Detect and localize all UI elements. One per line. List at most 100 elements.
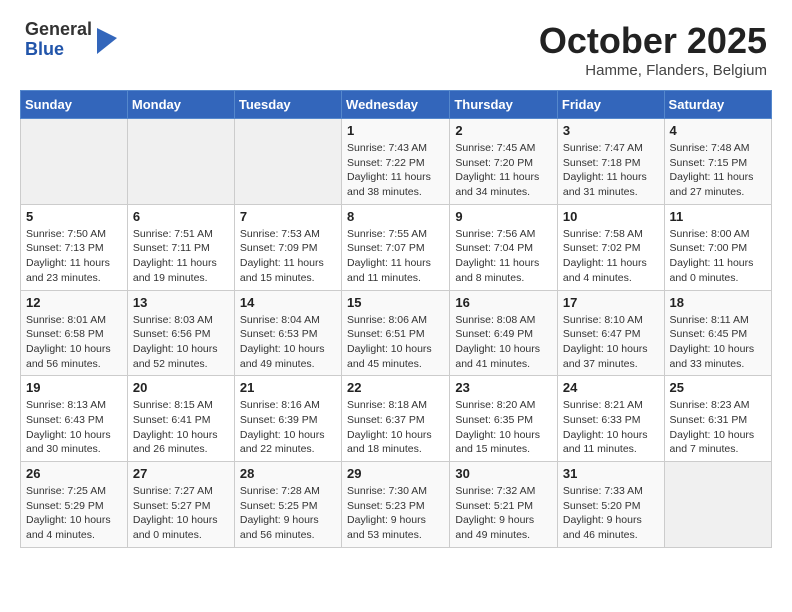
day-number: 13: [133, 295, 229, 310]
day-info: Sunrise: 7:55 AM Sunset: 7:07 PM Dayligh…: [347, 227, 444, 286]
day-number: 15: [347, 295, 444, 310]
logo-blue: Blue: [25, 40, 92, 60]
calendar-cell: 31 Sunrise: 7:33 AM Sunset: 5:20 PM Dayli…: [557, 462, 664, 548]
calendar-cell: 27Sunrise: 7:27 AM Sunset: 5:27 PM Dayli…: [127, 462, 234, 548]
day-number: 20: [133, 380, 229, 395]
day-info: Sunrise: 7:30 AM Sunset: 5:23 PM Dayligh…: [347, 484, 444, 543]
day-info: Sunrise: 7:28 AM Sunset: 5:25 PM Dayligh…: [240, 484, 336, 543]
day-number: 3: [563, 123, 659, 138]
logo-icon: [95, 28, 115, 52]
calendar-cell: 17 Sunrise: 8:10 AM Sunset: 6:47 PM Dayli…: [557, 290, 664, 376]
day-info: Sunrise: 8:23 AM Sunset: 6:31 PM Dayligh…: [670, 398, 766, 457]
calendar-week-row: 5 Sunrise: 7:50 AM Sunset: 7:13 PM Daylig…: [21, 204, 772, 290]
day-number: 14: [240, 295, 336, 310]
day-number: 27: [133, 466, 229, 481]
day-info: Sunrise: 8:13 AM Sunset: 6:43 PM Dayligh…: [26, 398, 122, 457]
calendar-cell: 20 Sunrise: 8:15 AM Sunset: 6:41 PM Dayli…: [127, 376, 234, 462]
day-number: 21: [240, 380, 336, 395]
calendar-cell: 12 Sunrise: 8:01 AM Sunset: 6:58 PM Dayli…: [21, 290, 128, 376]
day-info: Sunrise: 7:50 AM Sunset: 7:13 PM Dayligh…: [26, 227, 122, 286]
day-number: 9: [455, 209, 552, 224]
day-number: 29: [347, 466, 444, 481]
day-of-week-header: Monday: [127, 91, 234, 119]
day-number: 17: [563, 295, 659, 310]
day-info: Sunrise: 8:00 AM Sunset: 7:00 PM Dayligh…: [670, 227, 766, 286]
calendar-cell: 24 Sunrise: 8:21 AM Sunset: 6:33 PM Dayli…: [557, 376, 664, 462]
calendar-cell: 5 Sunrise: 7:50 AM Sunset: 7:13 PM Daylig…: [21, 204, 128, 290]
calendar-cell: 7 Sunrise: 7:53 AM Sunset: 7:09 PM Daylig…: [234, 204, 341, 290]
day-info: Sunrise: 7:32 AM Sunset: 5:21 PM Dayligh…: [455, 484, 552, 543]
day-info: Sunrise: 8:01 AM Sunset: 6:58 PM Dayligh…: [26, 313, 122, 372]
day-info: Sunrise: 8:18 AM Sunset: 6:37 PM Dayligh…: [347, 398, 444, 457]
day-info: Sunrise: 8:16 AM Sunset: 6:39 PM Dayligh…: [240, 398, 336, 457]
day-number: 2: [455, 123, 552, 138]
day-info: Sunrise: 8:06 AM Sunset: 6:51 PM Dayligh…: [347, 313, 444, 372]
day-number: 25: [670, 380, 766, 395]
calendar-cell: 13Sunrise: 8:03 AM Sunset: 6:56 PM Dayli…: [127, 290, 234, 376]
day-info: Sunrise: 8:11 AM Sunset: 6:45 PM Dayligh…: [670, 313, 766, 372]
day-info: Sunrise: 7:56 AM Sunset: 7:04 PM Dayligh…: [455, 227, 552, 286]
day-info: Sunrise: 8:10 AM Sunset: 6:47 PM Dayligh…: [563, 313, 659, 372]
day-number: 4: [670, 123, 766, 138]
day-of-week-header: Wednesday: [342, 91, 450, 119]
day-of-week-header: Sunday: [21, 91, 128, 119]
day-of-week-header: Tuesday: [234, 91, 341, 119]
calendar-week-row: 26Sunrise: 7:25 AM Sunset: 5:29 PM Dayli…: [21, 462, 772, 548]
calendar-cell: [234, 119, 341, 205]
day-info: Sunrise: 7:58 AM Sunset: 7:02 PM Dayligh…: [563, 227, 659, 286]
calendar-cell: 11Sunrise: 8:00 AM Sunset: 7:00 PM Dayli…: [664, 204, 771, 290]
day-info: Sunrise: 7:33 AM Sunset: 5:20 PM Dayligh…: [563, 484, 659, 543]
calendar-week-row: 1 Sunrise: 7:43 AM Sunset: 7:22 PM Daylig…: [21, 119, 772, 205]
calendar-cell: 14Sunrise: 8:04 AM Sunset: 6:53 PM Dayli…: [234, 290, 341, 376]
month-title: October 2025: [539, 20, 767, 62]
calendar-cell: 9 Sunrise: 7:56 AM Sunset: 7:04 PM Daylig…: [450, 204, 558, 290]
day-info: Sunrise: 8:21 AM Sunset: 6:33 PM Dayligh…: [563, 398, 659, 457]
day-info: Sunrise: 7:48 AM Sunset: 7:15 PM Dayligh…: [670, 141, 766, 200]
calendar-table: SundayMondayTuesdayWednesdayThursdayFrid…: [20, 90, 772, 548]
calendar-cell: 26Sunrise: 7:25 AM Sunset: 5:29 PM Dayli…: [21, 462, 128, 548]
day-number: 31: [563, 466, 659, 481]
day-info: Sunrise: 8:15 AM Sunset: 6:41 PM Dayligh…: [133, 398, 229, 457]
day-number: 24: [563, 380, 659, 395]
logo: General Blue: [25, 20, 115, 60]
calendar-cell: 15 Sunrise: 8:06 AM Sunset: 6:51 PM Dayli…: [342, 290, 450, 376]
day-number: 22: [347, 380, 444, 395]
calendar-cell: 18 Sunrise: 8:11 AM Sunset: 6:45 PM Dayli…: [664, 290, 771, 376]
calendar-cell: 28Sunrise: 7:28 AM Sunset: 5:25 PM Dayli…: [234, 462, 341, 548]
calendar-cell: 10Sunrise: 7:58 AM Sunset: 7:02 PM Dayli…: [557, 204, 664, 290]
day-number: 6: [133, 209, 229, 224]
day-number: 26: [26, 466, 122, 481]
day-of-week-header: Thursday: [450, 91, 558, 119]
calendar-cell: 29 Sunrise: 7:30 AM Sunset: 5:23 PM Dayli…: [342, 462, 450, 548]
calendar-cell: 22 Sunrise: 8:18 AM Sunset: 6:37 PM Dayli…: [342, 376, 450, 462]
day-of-week-header: Friday: [557, 91, 664, 119]
day-number: 8: [347, 209, 444, 224]
day-number: 1: [347, 123, 444, 138]
day-number: 23: [455, 380, 552, 395]
day-info: Sunrise: 7:47 AM Sunset: 7:18 PM Dayligh…: [563, 141, 659, 200]
calendar-cell: 16 Sunrise: 8:08 AM Sunset: 6:49 PM Dayli…: [450, 290, 558, 376]
title-block: October 2025 Hamme, Flanders, Belgium: [539, 20, 767, 79]
day-info: Sunrise: 7:43 AM Sunset: 7:22 PM Dayligh…: [347, 141, 444, 200]
calendar-cell: 1 Sunrise: 7:43 AM Sunset: 7:22 PM Daylig…: [342, 119, 450, 205]
day-number: 5: [26, 209, 122, 224]
calendar-cell: 6Sunrise: 7:51 AM Sunset: 7:11 PM Daylig…: [127, 204, 234, 290]
day-info: Sunrise: 8:08 AM Sunset: 6:49 PM Dayligh…: [455, 313, 552, 372]
calendar-cell: 19Sunrise: 8:13 AM Sunset: 6:43 PM Dayli…: [21, 376, 128, 462]
day-number: 18: [670, 295, 766, 310]
calendar-week-row: 19Sunrise: 8:13 AM Sunset: 6:43 PM Dayli…: [21, 376, 772, 462]
day-number: 16: [455, 295, 552, 310]
day-info: Sunrise: 7:53 AM Sunset: 7:09 PM Dayligh…: [240, 227, 336, 286]
calendar-cell: [127, 119, 234, 205]
day-info: Sunrise: 7:45 AM Sunset: 7:20 PM Dayligh…: [455, 141, 552, 200]
day-number: 7: [240, 209, 336, 224]
logo-general: General: [25, 20, 92, 40]
day-of-week-header: Saturday: [664, 91, 771, 119]
day-info: Sunrise: 8:20 AM Sunset: 6:35 PM Dayligh…: [455, 398, 552, 457]
calendar-cell: 4 Sunrise: 7:48 AM Sunset: 7:15 PM Daylig…: [664, 119, 771, 205]
calendar-cell: 3 Sunrise: 7:47 AM Sunset: 7:18 PM Daylig…: [557, 119, 664, 205]
day-number: 12: [26, 295, 122, 310]
location: Hamme, Flanders, Belgium: [539, 62, 767, 79]
page-header: General Blue October 2025 Hamme, Flander…: [10, 10, 782, 84]
calendar-week-row: 12 Sunrise: 8:01 AM Sunset: 6:58 PM Dayli…: [21, 290, 772, 376]
